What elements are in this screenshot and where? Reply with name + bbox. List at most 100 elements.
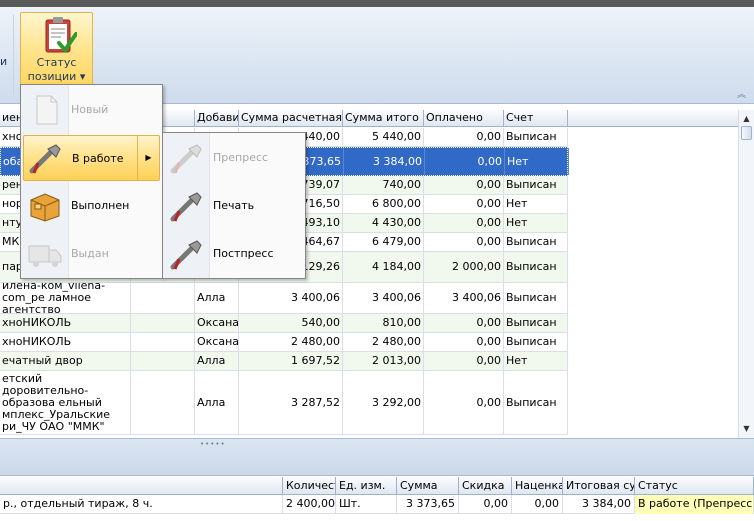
- cell-responsible: [131, 283, 195, 313]
- pos-header-unit[interactable]: Ед. изм.: [336, 477, 397, 495]
- cell-calc-sum: 3 400,06: [239, 283, 343, 313]
- cell-invoice: Нет: [504, 214, 568, 232]
- menu-item-new[interactable]: Новый: [23, 87, 160, 133]
- cell-total-sum: 3 292,00: [343, 371, 424, 434]
- cell-invoice: Нет: [504, 195, 568, 213]
- pos-header-quantity[interactable]: Количест: [283, 477, 336, 495]
- window-titlebar: [0, 0, 754, 7]
- cell-added-by: Оксана: [195, 314, 239, 332]
- scroll-up-icon[interactable]: ▲: [739, 112, 754, 126]
- pos-header-markup[interactable]: Наценка: [512, 477, 563, 495]
- table-row[interactable]: илена-ком_vilena-com_ре ламное агентство…: [0, 283, 568, 314]
- cell-total-sum: 5 440,00: [343, 128, 424, 146]
- position-row[interactable]: р., отдельный тираж, 8 ч. 2 400,000 Шт. …: [0, 495, 754, 514]
- cell-invoice: Нет: [505, 148, 569, 175]
- table-row[interactable]: ечатный двор Алла 1 697,52 2 013,00 0,00 Нет: [0, 352, 568, 371]
- pos-header-status[interactable]: Статус: [635, 477, 754, 495]
- cell-paid: 0,00: [424, 314, 504, 332]
- cell-invoice: Выписан: [504, 333, 568, 351]
- cell-paid: 0,00: [424, 128, 504, 146]
- splitter-grip-icon[interactable]: •••••: [200, 440, 226, 448]
- status-dropdown-menu: Новый В работе ▶ Выполнен Выдан: [20, 84, 163, 279]
- table-row[interactable]: етский доровительно-образова ельный мпле…: [0, 371, 568, 435]
- cell-paid: 0,00: [424, 371, 504, 434]
- cell-client: илена-ком_vilena-com_ре ламное агентство: [0, 283, 131, 313]
- cell-paid: 2 000,00: [424, 252, 504, 282]
- cell-total-sum: 3 384,00: [344, 148, 425, 175]
- cell-total-sum: 6 479,00: [343, 233, 424, 251]
- cell-client: ечатный двор: [0, 352, 131, 370]
- pos-cell-sum: 3 373,65: [397, 495, 459, 514]
- cell-total-sum: 4 184,00: [343, 252, 424, 282]
- cell-total-sum: 2 013,00: [343, 352, 424, 370]
- col-header-calc-sum[interactable]: Сумма расчетная: [239, 110, 343, 127]
- wrench-icon: [170, 144, 202, 174]
- cell-added-by: Оксана: [195, 333, 239, 351]
- cell-client: хноНИКОЛЬ: [0, 314, 131, 332]
- cell-invoice: Выписан: [504, 283, 568, 313]
- ribbon-collapse-icon[interactable]: ︽: [737, 87, 746, 100]
- submenu-arrow-icon: ▶: [137, 136, 159, 180]
- cell-paid: 0,00: [424, 195, 504, 213]
- menu-item-in-progress[interactable]: В работе ▶: [23, 135, 160, 181]
- submenu-item-print[interactable]: Печать: [165, 183, 303, 229]
- col-header-added-by[interactable]: Добави: [195, 110, 239, 127]
- pos-header-discount[interactable]: Скидка: [459, 477, 512, 495]
- cell-total-sum: 810,00: [343, 314, 424, 332]
- table-row[interactable]: хноНИКОЛЬ Оксана 540,00 810,00 0,00 Выписан: [0, 314, 568, 333]
- cell-responsible: [131, 352, 195, 370]
- cell-invoice: Выписан: [504, 176, 568, 194]
- cell-calc-sum: 2 480,00: [239, 333, 343, 351]
- pos-cell-name: р., отдельный тираж, 8 ч.: [0, 495, 283, 514]
- cell-invoice: Выписан: [504, 314, 568, 332]
- cell-total-sum: 740,00: [343, 176, 424, 194]
- pos-cell-markup: 0,00: [512, 495, 563, 514]
- pos-cell-discount: 0,00: [459, 495, 512, 514]
- pos-cell-unit: Шт.: [336, 495, 397, 514]
- submenu-item-postpress[interactable]: Постпресс: [165, 231, 303, 277]
- wrench-icon: [170, 240, 202, 270]
- col-header-paid[interactable]: Оплачено: [424, 110, 504, 127]
- panel-splitter[interactable]: •••••: [0, 438, 754, 476]
- cell-invoice: Нет: [504, 352, 568, 370]
- cell-paid: 0,00: [424, 333, 504, 351]
- pos-header-name[interactable]: [0, 477, 283, 495]
- cell-total-sum: 3 400,06: [343, 283, 424, 313]
- pos-cell-status: В работе (Препресс): [635, 495, 754, 514]
- cell-paid: 3 400,06: [424, 283, 504, 313]
- status-position-label: Статус позиции ▾: [27, 56, 86, 83]
- cell-invoice: Выписан: [504, 371, 568, 434]
- pos-cell-quantity: 2 400,000: [283, 495, 336, 514]
- pos-header-total[interactable]: Итоговая сум: [563, 477, 635, 495]
- wrench-icon: [29, 144, 61, 174]
- col-header-invoice[interactable]: Счет: [504, 110, 568, 127]
- scroll-down-icon[interactable]: ▼: [739, 422, 754, 436]
- ribbon-left-label: и: [0, 55, 8, 68]
- cell-responsible: [131, 314, 195, 332]
- clipboard-check-icon: [45, 17, 77, 54]
- cell-paid: 0,00: [424, 214, 504, 232]
- pos-header-sum[interactable]: Сумма: [397, 477, 459, 495]
- truck-icon: [28, 245, 62, 267]
- cell-paid: 0,00: [424, 233, 504, 251]
- table-row[interactable]: хноНИКОЛЬ Оксана 2 480,00 2 480,00 0,00 Выпис…: [0, 333, 568, 352]
- col-header-total-sum[interactable]: Сумма итого: [343, 110, 424, 127]
- pos-cell-total: 3 384,00: [563, 495, 635, 514]
- cell-total-sum: 6 800,00: [343, 195, 424, 213]
- positions-grid-header: Количест Ед. изм. Сумма Скидка Наценка И…: [0, 477, 754, 495]
- in-progress-submenu: Препресс Печать Постпресс: [162, 132, 306, 279]
- cell-total-sum: 2 480,00: [343, 333, 424, 351]
- cell-calc-sum: 3 287,52: [239, 371, 343, 434]
- cell-client: етский доровительно-образова ельный мпле…: [0, 371, 131, 434]
- status-position-button[interactable]: Статус позиции ▾: [20, 12, 93, 92]
- cell-invoice: Выписан: [504, 233, 568, 251]
- cell-calc-sum: 540,00: [239, 314, 343, 332]
- cell-responsible: [131, 371, 195, 434]
- menu-item-done[interactable]: Выполнен: [23, 183, 160, 229]
- menu-item-issued[interactable]: Выдан: [23, 231, 160, 277]
- grid-vertical-scrollbar[interactable]: ▲ ▼: [738, 110, 754, 438]
- scroll-thumb[interactable]: [741, 126, 752, 140]
- cell-responsible: [131, 333, 195, 351]
- cell-total-sum: 4 430,00: [343, 214, 424, 232]
- submenu-item-prepress[interactable]: Препресс: [165, 135, 303, 181]
